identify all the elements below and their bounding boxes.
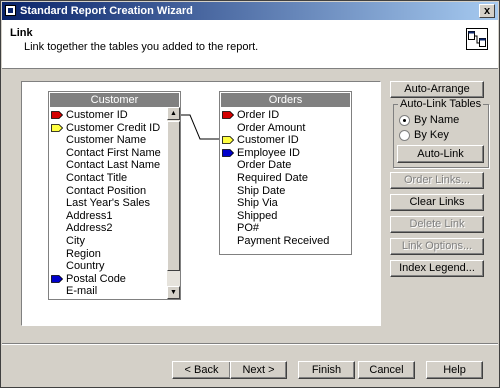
field-name: Address1 bbox=[66, 209, 113, 222]
order-links-button[interactable]: Order Links... bbox=[390, 172, 484, 189]
wizard-window: Standard Report Creation Wizard x Link L… bbox=[0, 0, 500, 388]
customer-table[interactable]: Customer Customer ID Customer Credit ID Cu… bbox=[48, 91, 181, 300]
orders-table[interactable]: Orders Order ID Order Amount Customer ID Em… bbox=[219, 91, 352, 255]
index-legend-button[interactable]: Index Legend... bbox=[390, 260, 484, 277]
page-title: Link bbox=[10, 27, 33, 39]
delete-link-button[interactable]: Delete Link bbox=[390, 216, 484, 233]
close-button[interactable]: x bbox=[479, 4, 495, 18]
customer-field-list: Customer ID Customer Credit ID Customer Na… bbox=[49, 109, 181, 298]
field-name: Shipped bbox=[237, 209, 278, 222]
field-name: Contact Position bbox=[66, 184, 147, 197]
field-row[interactable]: Contact Last Name bbox=[49, 159, 181, 172]
field-name: Order Amount bbox=[237, 121, 306, 134]
clear-links-button[interactable]: Clear Links bbox=[390, 194, 484, 211]
link-canvas[interactable]: Customer Customer ID Customer Credit ID Cu… bbox=[21, 81, 381, 326]
cancel-button[interactable]: Cancel bbox=[358, 361, 415, 379]
field-row[interactable]: Order Amount bbox=[220, 122, 365, 135]
back-button[interactable]: < Back bbox=[172, 361, 231, 379]
blue-index-key-icon bbox=[51, 274, 63, 283]
yellow-index-key-icon bbox=[222, 136, 234, 145]
field-row[interactable]: Last Year's Sales bbox=[49, 197, 181, 210]
field-row[interactable]: Contact Title bbox=[49, 172, 181, 185]
customer-table-title: Customer bbox=[49, 92, 180, 107]
yellow-index-key-icon bbox=[51, 123, 63, 132]
field-row[interactable]: Ship Date bbox=[220, 185, 365, 198]
window-title: Standard Report Creation Wizard bbox=[20, 5, 193, 17]
field-row[interactable]: Customer ID bbox=[220, 134, 365, 147]
field-name: Contact Title bbox=[66, 171, 128, 184]
customer-scrollbar[interactable]: ▲ ▼ bbox=[167, 107, 180, 299]
field-name: Customer ID bbox=[66, 109, 128, 121]
by-name-label[interactable]: By Name bbox=[414, 114, 459, 126]
title-bar: Standard Report Creation Wizard x bbox=[2, 2, 498, 20]
field-name: Order Date bbox=[237, 159, 292, 172]
field-name: Contact First Name bbox=[66, 146, 161, 159]
field-row[interactable]: Address1 bbox=[49, 210, 181, 223]
field-row[interactable]: Postal Code bbox=[49, 273, 181, 286]
field-name: E-mail bbox=[66, 285, 98, 298]
link-options-button[interactable]: Link Options... bbox=[390, 238, 484, 255]
field-name: Region bbox=[66, 247, 101, 260]
app-icon bbox=[5, 5, 16, 16]
scroll-thumb[interactable] bbox=[167, 121, 180, 271]
help-button[interactable]: Help bbox=[426, 361, 483, 379]
field-name: Customer ID bbox=[237, 134, 299, 147]
orders-table-title: Orders bbox=[220, 92, 351, 107]
auto-link-button[interactable]: Auto-Link bbox=[397, 145, 484, 163]
next-button[interactable]: Next > bbox=[230, 361, 287, 379]
field-row[interactable]: Country bbox=[49, 260, 181, 273]
field-name: Order ID bbox=[237, 109, 280, 121]
field-name: Customer Name bbox=[66, 134, 147, 147]
field-name: Payment Received bbox=[237, 234, 330, 247]
field-name: Customer Credit ID bbox=[66, 121, 161, 134]
field-name: Last Year's Sales bbox=[66, 197, 151, 210]
field-row[interactable]: Contact Position bbox=[49, 185, 181, 198]
auto-arrange-button[interactable]: Auto-Arrange bbox=[390, 81, 484, 98]
field-row[interactable]: Address2 bbox=[49, 222, 181, 235]
field-row[interactable]: PO# bbox=[220, 222, 365, 235]
blue-index-key-icon bbox=[222, 148, 234, 157]
field-row[interactable]: Customer Name bbox=[49, 134, 181, 147]
link-tables-icon bbox=[466, 28, 488, 50]
field-row[interactable]: Region bbox=[49, 248, 181, 261]
scroll-down-button[interactable]: ▼ bbox=[167, 286, 180, 299]
field-name: Ship Via bbox=[237, 197, 278, 210]
field-name: Contact Last Name bbox=[66, 159, 161, 172]
field-row[interactable]: City bbox=[49, 235, 181, 248]
field-name: City bbox=[66, 234, 85, 247]
scroll-up-button[interactable]: ▲ bbox=[167, 107, 180, 120]
field-name: Ship Date bbox=[237, 184, 286, 197]
field-row[interactable]: Ship Via bbox=[220, 197, 365, 210]
field-row[interactable]: Payment Received bbox=[220, 235, 365, 248]
field-row[interactable]: Required Date bbox=[220, 172, 365, 185]
page-subtitle: Link together the tables you added to th… bbox=[24, 41, 259, 53]
field-name: Required Date bbox=[237, 171, 308, 184]
orders-field-list: Order ID Order Amount Customer ID Employee … bbox=[220, 109, 365, 248]
field-row[interactable]: Order ID bbox=[220, 109, 365, 122]
wizard-header: Link Link together the tables you added … bbox=[2, 20, 498, 69]
field-name: Employee ID bbox=[237, 146, 300, 159]
footer-divider bbox=[2, 343, 498, 345]
field-row[interactable]: Customer ID bbox=[49, 109, 181, 122]
red-index-key-icon bbox=[222, 111, 234, 119]
finish-button[interactable]: Finish bbox=[298, 361, 355, 379]
field-row[interactable]: Customer Credit ID bbox=[49, 122, 181, 135]
field-row[interactable]: Order Date bbox=[220, 159, 365, 172]
red-index-key-icon bbox=[51, 111, 63, 119]
field-row[interactable]: Contact First Name bbox=[49, 147, 181, 160]
auto-link-group-label: Auto-Link Tables bbox=[398, 98, 484, 110]
field-name: PO# bbox=[237, 222, 260, 235]
field-row[interactable]: Employee ID bbox=[220, 147, 365, 160]
field-name: Country bbox=[66, 260, 105, 273]
field-row[interactable]: E-mail bbox=[49, 285, 181, 298]
field-name: Postal Code bbox=[66, 272, 126, 285]
field-name: Address2 bbox=[66, 222, 113, 235]
by-key-radio[interactable] bbox=[399, 130, 410, 141]
auto-link-group: Auto-Link Tables By Name By Key Auto-Lin… bbox=[393, 98, 489, 168]
by-key-label[interactable]: By Key bbox=[414, 129, 449, 141]
by-name-radio[interactable] bbox=[399, 115, 410, 126]
field-row[interactable]: Shipped bbox=[220, 210, 365, 223]
